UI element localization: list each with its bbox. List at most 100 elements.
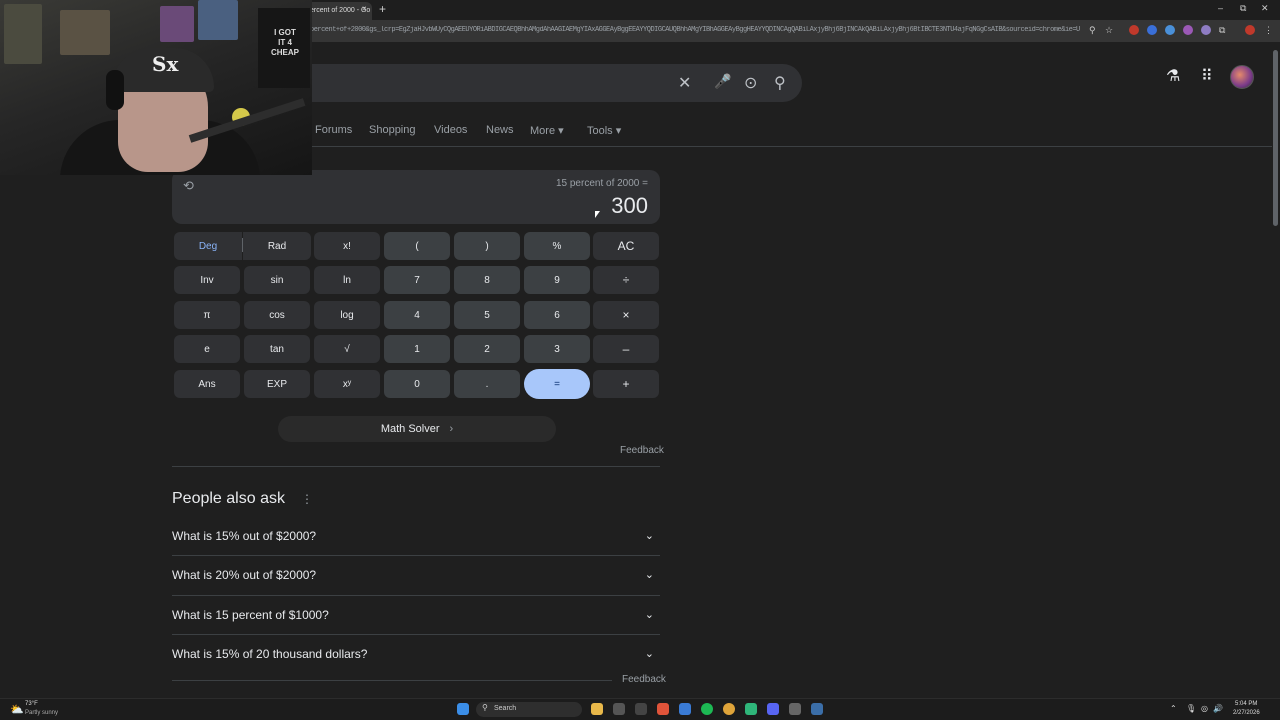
apps-grid-icon[interactable]: ⠿ — [1201, 66, 1213, 86]
app-icon[interactable] — [745, 703, 757, 715]
pi-key[interactable]: π — [174, 301, 240, 329]
ln-key[interactable]: ln — [314, 266, 380, 294]
deg-key[interactable]: Deg — [174, 232, 242, 260]
extension-icon[interactable] — [1129, 25, 1139, 35]
decimal-key[interactable]: . — [454, 370, 520, 398]
network-icon[interactable]: ◎ — [1201, 704, 1208, 713]
digit-7-key[interactable]: 7 — [384, 266, 450, 294]
steam-icon[interactable] — [811, 703, 823, 715]
section-divider — [172, 466, 660, 467]
start-menu-icon[interactable] — [457, 703, 469, 715]
math-solver-button[interactable]: Math Solver › — [278, 416, 556, 442]
history-icon[interactable]: ⟲ — [183, 178, 194, 194]
percent-key[interactable]: % — [524, 232, 590, 260]
minus-key[interactable]: – — [593, 335, 659, 363]
tan-key[interactable]: tan — [244, 335, 310, 363]
paa-question-text: What is 20% out of $2000? — [172, 568, 317, 582]
equals-key[interactable]: = — [524, 369, 590, 399]
taskbar-search[interactable]: Search — [476, 702, 582, 717]
tab-more[interactable]: More ▾ — [530, 124, 564, 137]
microphone-icon[interactable]: 🎙 — [1186, 704, 1196, 713]
feedback-link[interactable]: Feedback — [620, 445, 664, 456]
multiply-key[interactable]: × — [593, 301, 659, 329]
chrome-icon[interactable] — [723, 703, 735, 715]
brave-icon[interactable] — [657, 703, 669, 715]
ans-key[interactable]: Ans — [174, 370, 240, 398]
digit-3-key[interactable]: 3 — [524, 335, 590, 363]
digit-1-key[interactable]: 1 — [384, 335, 450, 363]
mic-icon[interactable]: 🎤 — [714, 73, 731, 90]
file-explorer-icon[interactable] — [591, 703, 603, 715]
tray-overflow-icon[interactable]: ⌃ — [1170, 704, 1177, 713]
chevron-down-icon: ⌄ — [644, 648, 654, 660]
digit-9-key[interactable]: 9 — [524, 266, 590, 294]
url-field[interactable]: percent+of+2000&gs_lcrp=EgZjaHJvbWUyCQgA… — [310, 26, 1080, 34]
volume-icon[interactable]: 🔊 — [1213, 704, 1223, 713]
extension-icon[interactable] — [1201, 25, 1211, 35]
cos-key[interactable]: cos — [244, 301, 310, 329]
close-paren-key[interactable]: ) — [454, 232, 520, 260]
restore-icon[interactable]: ⧉ — [1240, 3, 1246, 14]
open-paren-key[interactable]: ( — [384, 232, 450, 260]
clear-icon[interactable]: ✕ — [678, 73, 691, 93]
factorial-key[interactable]: x! — [314, 232, 380, 260]
screen: ercent of 2000 - Go × + – ⧉ ✕ percent+of… — [0, 0, 1280, 720]
discord-icon[interactable] — [767, 703, 779, 715]
app-icon[interactable] — [789, 703, 801, 715]
sqrt-key[interactable]: √ — [314, 335, 380, 363]
tab-videos[interactable]: Videos — [434, 124, 467, 136]
browser-menu-icon[interactable]: ⋮ — [1264, 25, 1273, 36]
feedback-link[interactable]: Feedback — [622, 674, 666, 685]
paa-question[interactable]: What is 15% out of $2000? ⌄ — [172, 529, 660, 553]
power-key[interactable]: xʸ — [314, 370, 380, 398]
profile-icon[interactable] — [1245, 25, 1255, 35]
more-options-icon[interactable]: ⋮ — [301, 492, 313, 506]
digit-4-key[interactable]: 4 — [384, 301, 450, 329]
digit-6-key[interactable]: 6 — [524, 301, 590, 329]
extension-icon[interactable] — [1165, 25, 1175, 35]
log-key[interactable]: log — [314, 301, 380, 329]
tab-tools[interactable]: Tools ▾ — [587, 124, 621, 137]
plus-key[interactable]: + — [593, 370, 659, 398]
close-window-icon[interactable]: ✕ — [1261, 3, 1269, 14]
avatar[interactable] — [1230, 65, 1254, 89]
paa-question[interactable]: What is 15% of 20 thousand dollars? ⌄ — [172, 647, 660, 671]
minimize-icon[interactable]: – — [1218, 3, 1223, 13]
tab-forums[interactable]: Forums — [315, 124, 352, 136]
paa-question[interactable]: What is 15 percent of $1000? ⌄ — [172, 608, 660, 632]
search-icon[interactable]: ⚲ — [774, 73, 786, 93]
app-icon[interactable] — [613, 703, 625, 715]
scrollbar-thumb[interactable] — [1273, 50, 1278, 226]
clock-time[interactable]: 5:04 PM — [1235, 701, 1257, 707]
all-clear-key[interactable]: AC — [593, 232, 659, 260]
exp-key[interactable]: EXP — [244, 370, 310, 398]
digit-8-key[interactable]: 8 — [454, 266, 520, 294]
extension-icon[interactable] — [1147, 25, 1157, 35]
digit-5-key[interactable]: 5 — [454, 301, 520, 329]
inverse-key[interactable]: Inv — [174, 266, 240, 294]
clock-date[interactable]: 2/27/2026 — [1233, 710, 1260, 716]
labs-icon[interactable]: ⚗ — [1166, 66, 1180, 86]
zoom-icon[interactable]: ⚲ — [1089, 25, 1096, 36]
divide-key[interactable]: ÷ — [593, 266, 659, 294]
tab-close-icon[interactable]: × — [362, 4, 367, 13]
weather-icon[interactable]: ⛅ — [10, 703, 24, 716]
extension-icon[interactable] — [1183, 25, 1193, 35]
spotify-icon[interactable] — [701, 703, 713, 715]
extensions-puzzle-icon[interactable]: ⧉ — [1219, 25, 1225, 36]
bookmark-star-icon[interactable]: ☆ — [1105, 25, 1113, 36]
app-icon[interactable] — [679, 703, 691, 715]
e-key[interactable]: e — [174, 335, 240, 363]
sin-key[interactable]: sin — [244, 266, 310, 294]
rad-key[interactable]: Rad — [243, 232, 311, 260]
new-tab-icon[interactable]: + — [379, 2, 386, 16]
settings-icon[interactable] — [635, 703, 647, 715]
digit-2-key[interactable]: 2 — [454, 335, 520, 363]
paa-question[interactable]: What is 20% out of $2000? ⌄ — [172, 568, 660, 592]
tab-shopping[interactable]: Shopping — [369, 124, 416, 136]
digit-0-key[interactable]: 0 — [384, 370, 450, 398]
calculator-result: 300 — [611, 193, 648, 218]
lens-icon[interactable]: ⊙ — [744, 73, 757, 93]
tab-news[interactable]: News — [486, 124, 514, 136]
search-box[interactable]: ✕ 🎤 ⊙ ⚲ — [312, 64, 802, 102]
